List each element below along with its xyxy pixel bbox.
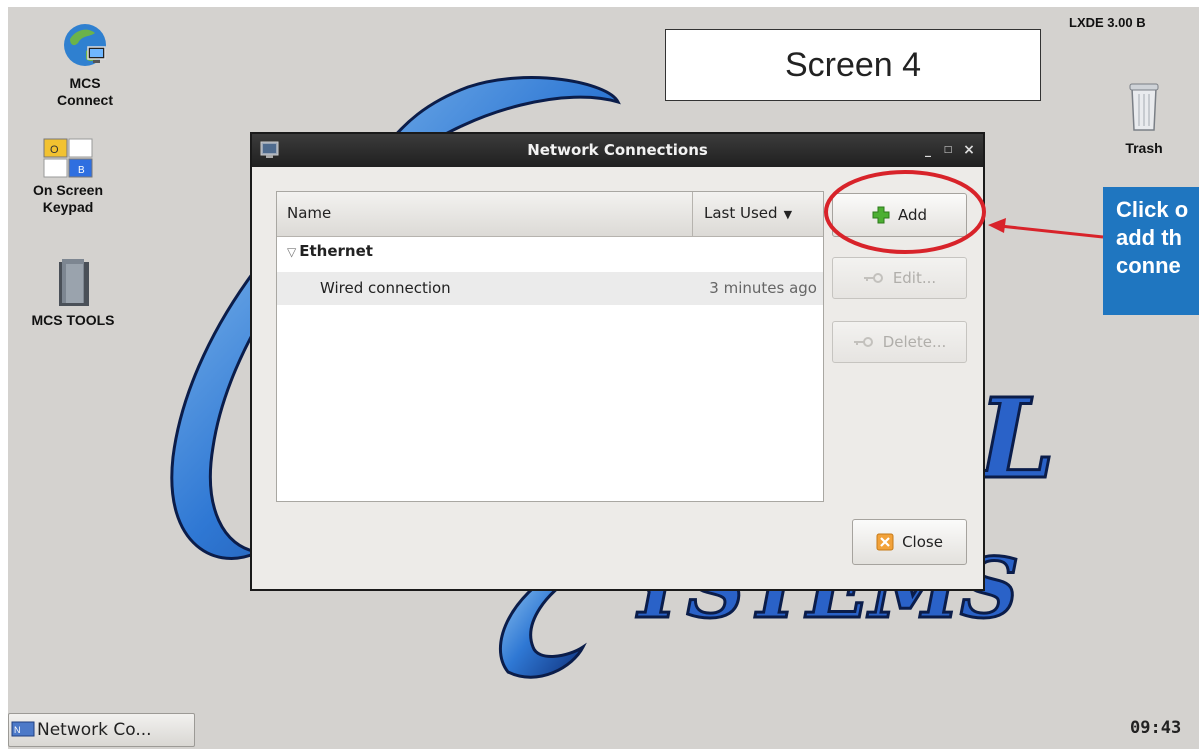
key-icon xyxy=(853,336,875,348)
column-header-last-used[interactable]: Last Used ▼ xyxy=(693,192,823,236)
minimize-icon[interactable]: _ xyxy=(920,142,936,158)
sort-down-icon: ▼ xyxy=(783,208,793,221)
close-icon xyxy=(876,533,894,551)
network-app-icon: N xyxy=(11,720,35,740)
mcs-connect-shortcut[interactable]: MCS Connect xyxy=(30,21,140,109)
keypad-icon: O B xyxy=(43,138,93,178)
key-icon xyxy=(863,272,885,284)
keypad-label-line1: On Screen xyxy=(32,182,104,198)
version-label: LXDE 3.00 B xyxy=(1069,15,1146,30)
globe-computer-icon xyxy=(64,24,106,66)
add-button[interactable]: Add xyxy=(832,193,967,237)
delete-button[interactable]: Delete... xyxy=(832,321,967,363)
clock[interactable]: 09:43 xyxy=(1130,718,1181,738)
taskbar-task-network-connections[interactable]: N Network Co... xyxy=(8,713,195,747)
callout-line: conne xyxy=(1116,253,1181,278)
mcs-connect-label-line1: MCS xyxy=(69,75,101,91)
svg-text:O: O xyxy=(50,144,59,156)
task-label: Network Co... xyxy=(37,720,152,740)
plus-icon xyxy=(872,206,890,224)
expander-icon[interactable]: ▽ xyxy=(287,245,296,259)
network-connections-window: Network Connections _ □ × Name Last Used… xyxy=(250,132,985,591)
list-header: Name Last Used ▼ xyxy=(277,192,823,237)
edit-button[interactable]: Edit... xyxy=(832,257,967,299)
connection-last-used: 3 minutes ago xyxy=(709,279,817,297)
trash-label: Trash xyxy=(1125,140,1163,156)
mcs-tools-label: MCS TOOLS xyxy=(31,312,115,328)
maximize-icon[interactable]: □ xyxy=(940,142,956,158)
connections-list[interactable]: Name Last Used ▼ ▽ Ethernet Wired connecti… xyxy=(276,191,824,502)
keypad-label-line2: Keypad xyxy=(42,199,94,215)
svg-text:N: N xyxy=(14,725,21,735)
instruction-callout: Click o add th conne xyxy=(1103,187,1199,315)
screen-label: Screen 4 xyxy=(665,29,1041,101)
mcs-connect-label-line2: Connect xyxy=(57,92,113,108)
window-title: Network Connections xyxy=(527,141,708,159)
wallpaper-letter-l: L xyxy=(975,374,1055,503)
window-titlebar[interactable]: Network Connections _ □ × xyxy=(252,134,983,167)
column-header-name[interactable]: Name xyxy=(277,192,693,236)
connection-row[interactable]: Wired connection 3 minutes ago xyxy=(277,272,823,305)
callout-line: add th xyxy=(1116,225,1182,250)
svg-text:B: B xyxy=(78,165,85,176)
on-screen-keypad-shortcut[interactable]: O B On Screen Keypad xyxy=(18,138,118,216)
trash-shortcut[interactable]: Trash xyxy=(1106,80,1182,157)
close-icon[interactable]: × xyxy=(961,142,977,158)
folder-icon xyxy=(59,259,89,306)
group-row-ethernet[interactable]: ▽ Ethernet xyxy=(277,242,823,270)
trash-icon xyxy=(1129,83,1159,131)
close-button[interactable]: Close xyxy=(852,519,967,565)
connection-name: Wired connection xyxy=(320,279,451,297)
mcs-tools-shortcut[interactable]: MCS TOOLS xyxy=(18,256,128,329)
callout-line: Click o xyxy=(1116,197,1189,222)
